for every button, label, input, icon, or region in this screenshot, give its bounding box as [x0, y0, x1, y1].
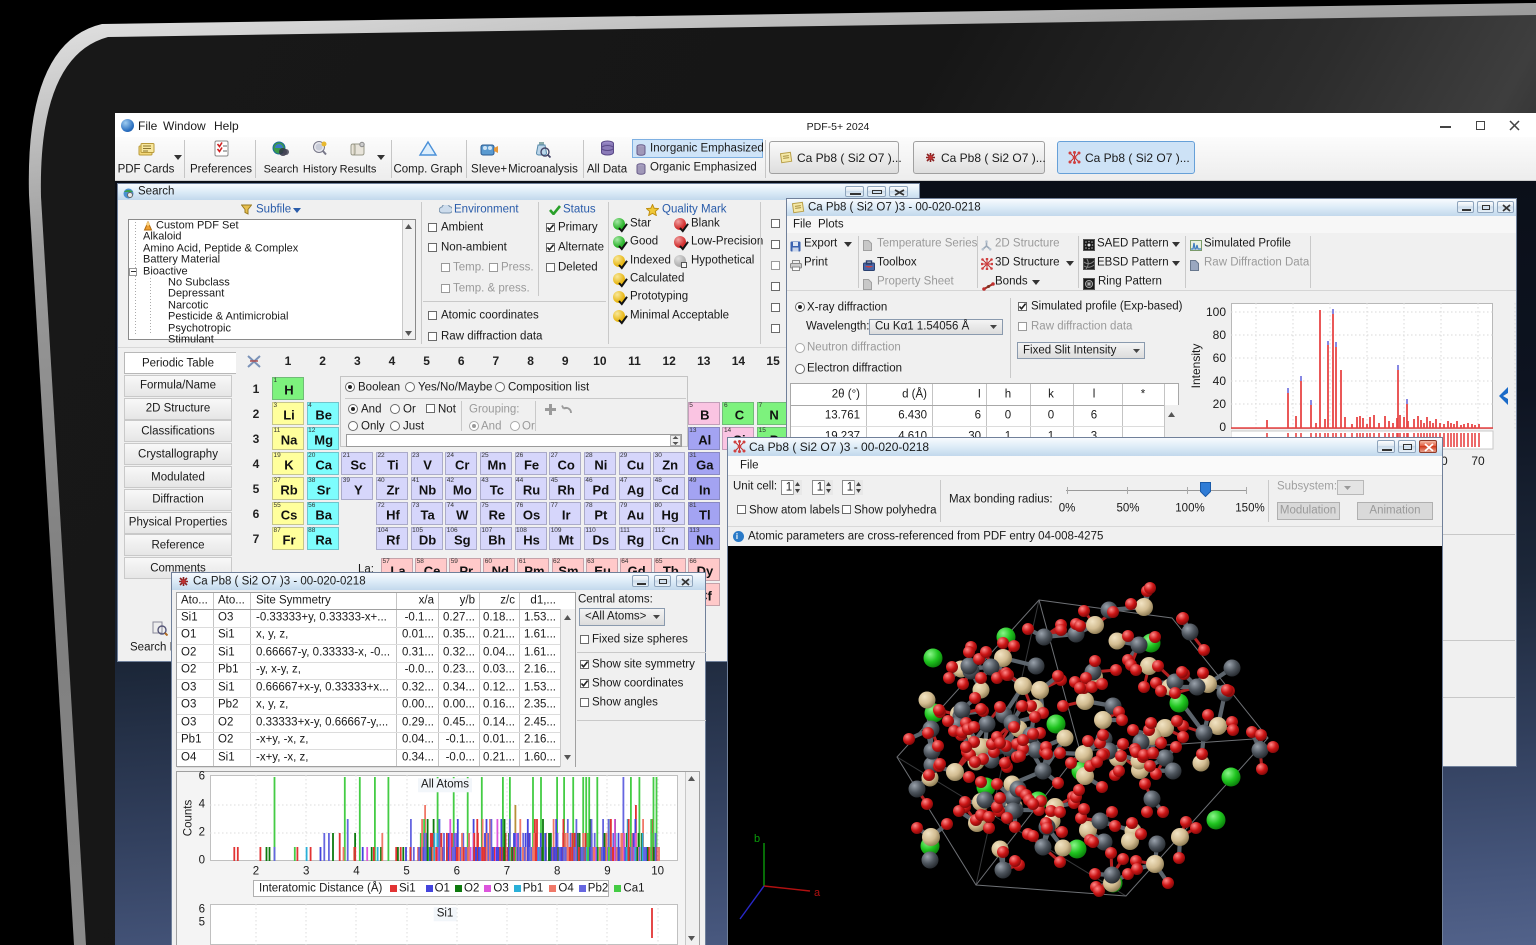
svg-text:b: b [754, 833, 760, 845]
svg-text:a: a [814, 887, 821, 899]
